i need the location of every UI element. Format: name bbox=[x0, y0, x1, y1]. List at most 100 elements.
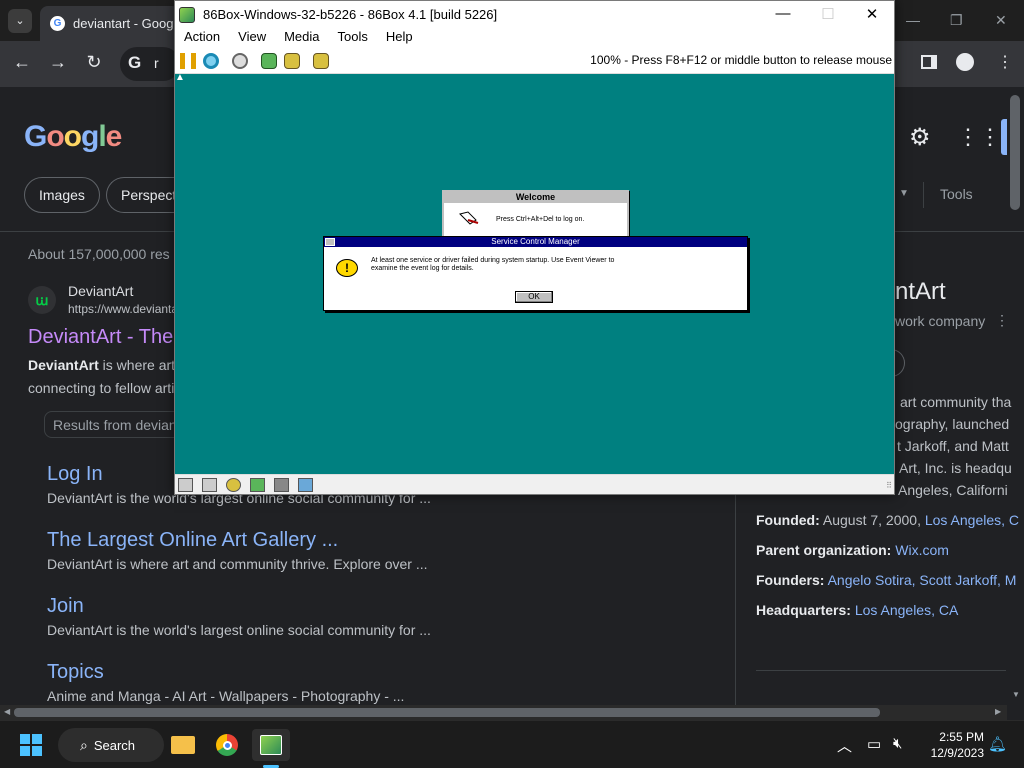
guest-display[interactable]: Welcome Press Ctrl+Alt+Del to log on. Se… bbox=[175, 74, 894, 474]
reload-icon[interactable]: ↻ bbox=[82, 52, 106, 73]
tab-search-button[interactable]: ⌄ bbox=[8, 9, 32, 33]
minimize-icon[interactable]: — bbox=[760, 5, 806, 22]
notification-bell-icon[interactable]: 🔔︎ bbox=[988, 735, 1007, 753]
fact-link[interactable]: Los Angeles, C bbox=[925, 512, 1019, 528]
minimize-icon[interactable]: — bbox=[906, 12, 920, 28]
ok-button[interactable]: OK bbox=[515, 291, 553, 303]
fact-value: August 7, 2000, bbox=[822, 512, 921, 528]
clock-time: 2:55 PM bbox=[939, 730, 984, 744]
tools-button[interactable]: Tools bbox=[940, 186, 973, 202]
vertical-scrollbar[interactable] bbox=[1010, 95, 1020, 210]
taskbar-search[interactable]: ⌕ Search bbox=[58, 728, 164, 762]
chip-images[interactable]: Images bbox=[24, 177, 100, 213]
reset-icon[interactable] bbox=[203, 53, 219, 69]
fact-link[interactable]: Wix.com bbox=[895, 542, 949, 558]
maximize-icon[interactable]: ☐ bbox=[805, 5, 851, 23]
file-explorer-icon[interactable] bbox=[167, 729, 199, 761]
result-site-url[interactable]: https://www.devianta bbox=[68, 302, 178, 316]
deviantart-logo-icon: ꭐ bbox=[28, 286, 56, 314]
fact-label: Founders: bbox=[756, 572, 825, 588]
system-menu-icon[interactable] bbox=[325, 238, 335, 246]
apps-grid-icon[interactable]: ⋮⋮ bbox=[957, 124, 1001, 150]
menu-action[interactable]: Action bbox=[175, 28, 229, 48]
search-label: Search bbox=[93, 737, 136, 753]
sitelink-title[interactable]: Topics bbox=[47, 661, 104, 684]
chrome-icon[interactable] bbox=[211, 729, 243, 761]
result-site-name[interactable]: DeviantArt bbox=[68, 283, 133, 299]
settings-icon[interactable] bbox=[313, 53, 329, 69]
close-icon[interactable]: ✕ bbox=[849, 5, 895, 23]
emulator-status-text: 100% - Press F8+F12 or middle button to … bbox=[590, 53, 892, 67]
sitelink-title[interactable]: The Largest Online Art Gallery ... bbox=[47, 529, 338, 552]
menu-tools[interactable]: Tools bbox=[329, 28, 377, 48]
knowledge-panel-subtitle: work company bbox=[895, 313, 986, 329]
sound-icon[interactable] bbox=[298, 478, 313, 492]
snippet-text: is where art bbox=[98, 357, 176, 373]
side-panel-icon[interactable] bbox=[921, 55, 937, 69]
resize-grip-icon[interactable]: ⠿ bbox=[886, 481, 892, 490]
menu-media[interactable]: Media bbox=[275, 28, 328, 48]
divider bbox=[923, 182, 924, 208]
browser-menu-icon[interactable]: ⋮ bbox=[997, 52, 1013, 72]
emulator-title: 86Box-Windows-32-b5226 - 86Box 4.1 [buil… bbox=[203, 7, 498, 22]
settings-gear-icon[interactable]: ⚙ bbox=[909, 123, 931, 152]
results-from-site-button[interactable]: Results from devianta bbox=[44, 411, 194, 438]
fact-link[interactable]: Los Angeles, CA bbox=[855, 602, 959, 618]
floppy-icon[interactable] bbox=[202, 478, 217, 492]
more-options-icon[interactable]: ⋮ bbox=[995, 312, 1009, 329]
menu-view[interactable]: View bbox=[229, 28, 275, 48]
scm-titlebar: Service Control Manager bbox=[324, 237, 747, 247]
chevron-up-icon[interactable]: ︿ bbox=[837, 735, 852, 756]
fact-label: Parent organization: bbox=[756, 542, 892, 558]
pause-icon[interactable] bbox=[180, 53, 196, 69]
network-status-icon[interactable]: ▭ bbox=[867, 735, 881, 753]
omnibox[interactable]: G r bbox=[120, 47, 180, 81]
menu-help[interactable]: Help bbox=[377, 28, 422, 48]
back-arrow-icon[interactable]: ← bbox=[10, 52, 34, 73]
ctrl-alt-del-icon[interactable] bbox=[261, 53, 277, 69]
google-logo[interactable]: Google bbox=[24, 120, 122, 154]
fact-link[interactable]: Angelo Sotira, Scott Jarkoff, M bbox=[828, 572, 1017, 588]
power-icon[interactable] bbox=[232, 53, 248, 69]
ctrl-alt-esc-icon[interactable] bbox=[284, 53, 300, 69]
taskbar-clock[interactable]: 2:55 PM 12/9/2023 bbox=[922, 729, 984, 761]
chip-perspect[interactable]: Perspect bbox=[106, 177, 176, 213]
google-g-icon: G bbox=[128, 53, 142, 72]
sitelink-desc: DeviantArt is the world's largest online… bbox=[47, 622, 431, 638]
account-button[interactable] bbox=[1001, 119, 1007, 155]
result-snippet-line1: DeviantArt is where art bbox=[28, 357, 175, 373]
emulator-statusbar: ⠿ bbox=[175, 474, 894, 494]
floppy-icon[interactable] bbox=[178, 478, 193, 492]
volume-muted-icon[interactable]: 🔇︎ bbox=[893, 735, 902, 752]
emulator-toolbar: 100% - Press F8+F12 or middle button to … bbox=[175, 48, 894, 74]
scroll-down-arrow-icon[interactable]: ▼ bbox=[1012, 690, 1020, 699]
kp-desc-line: ography, launched bbox=[895, 416, 1010, 432]
86box-taskbar-icon[interactable] bbox=[252, 729, 290, 761]
scm-message-line1: At least one service or driver failed du… bbox=[371, 257, 615, 264]
tab-title: deviantart - Google bbox=[73, 16, 180, 31]
scroll-left-arrow-icon[interactable]: ◀ bbox=[4, 707, 10, 716]
scm-dialog: Service Control Manager ! At least one s… bbox=[323, 236, 748, 311]
restore-icon[interactable]: ❐ bbox=[950, 12, 963, 29]
scroll-right-arrow-icon[interactable]: ▶ bbox=[995, 707, 1001, 716]
kp-desc-line: t Jarkoff, and Matt bbox=[897, 438, 1009, 454]
cdrom-icon[interactable] bbox=[226, 478, 241, 492]
knowledge-panel-title: ntArt bbox=[895, 278, 946, 305]
welcome-message: Press Ctrl+Alt+Del to log on. bbox=[496, 216, 585, 223]
taskbar: ⌕ Search ︿ ▭ 🔇︎ 2:55 PM 12/9/2023 🔔︎ bbox=[0, 720, 1024, 768]
sitelink-title[interactable]: Join bbox=[47, 595, 84, 618]
result-title-link[interactable]: DeviantArt - The bbox=[28, 326, 173, 349]
keyboard-hand-icon bbox=[459, 211, 479, 225]
network-icon[interactable] bbox=[274, 478, 289, 492]
more-dropdown-icon[interactable]: ▼ bbox=[899, 188, 909, 199]
start-button[interactable] bbox=[20, 734, 42, 756]
horizontal-scrollbar[interactable] bbox=[14, 708, 880, 717]
sitelink-desc: DeviantArt is where art and community th… bbox=[47, 556, 428, 572]
sitelink-title[interactable]: Log In bbox=[47, 463, 103, 486]
profile-avatar-icon[interactable] bbox=[956, 53, 974, 71]
tab-active[interactable]: G deviantart - Google bbox=[40, 6, 180, 41]
forward-arrow-icon[interactable]: → bbox=[46, 52, 70, 73]
hard-disk-icon[interactable] bbox=[250, 478, 265, 492]
google-favicon-icon: G bbox=[50, 16, 65, 31]
close-icon[interactable]: ✕ bbox=[995, 12, 1007, 29]
